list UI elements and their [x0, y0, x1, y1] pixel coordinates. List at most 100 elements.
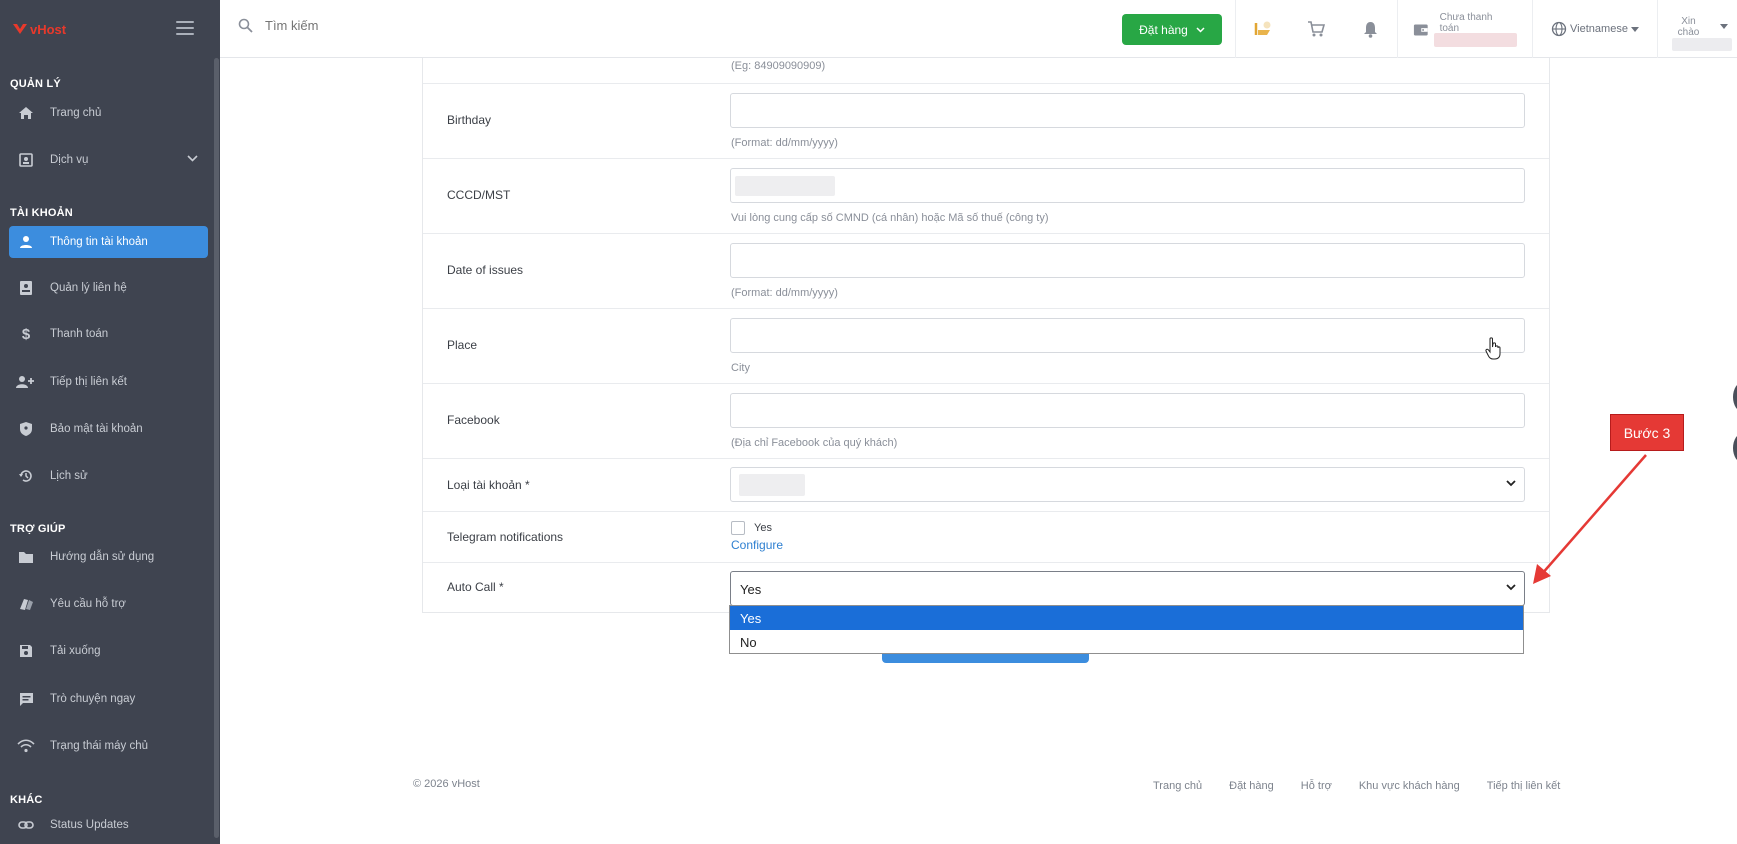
language-selector[interactable]: Vietnamese: [1551, 21, 1639, 37]
balance-amount: [1433, 33, 1517, 47]
field-label: Birthday: [447, 113, 492, 127]
sidebar-scrollbar[interactable]: [214, 58, 219, 838]
auto-call-dropdown: Yes No: [729, 605, 1524, 654]
link-icon: [15, 816, 37, 834]
balance-cell[interactable]: Chưa thanh toán: [1397, 0, 1517, 58]
footer-link-home[interactable]: Trang chủ: [1153, 780, 1202, 792]
menu-toggle-icon[interactable]: [176, 21, 194, 35]
order-button-label: Đặt hàng: [1139, 22, 1188, 37]
footer-link-order[interactable]: Đặt hàng: [1229, 780, 1274, 792]
field-hint: City: [731, 362, 750, 374]
field-label: Place: [447, 338, 478, 352]
birthday-input[interactable]: [730, 93, 1525, 128]
logo-text: vHost: [30, 21, 67, 37]
section-heading-manage: QUẢN LÝ: [10, 78, 61, 90]
telegram-configure-link[interactable]: Configure: [731, 538, 783, 552]
chevron-down-icon: [1506, 584, 1516, 591]
sidebar-item-payment[interactable]: $ Thanh toán: [9, 318, 208, 350]
sidebar-item-status-updates[interactable]: Status Updates: [9, 811, 208, 839]
megaphone-icon: [1254, 21, 1270, 35]
caret-down-icon: [1630, 26, 1639, 32]
history-icon: [15, 467, 37, 485]
feedback-cell[interactable]: [1235, 0, 1289, 58]
dollar-icon: $: [21, 325, 31, 343]
copyright: © 2026 vHost: [413, 778, 480, 790]
sidebar-item-label: Lịch sử: [50, 470, 88, 482]
user-plus-icon: [15, 373, 37, 391]
field-label: CCCD/MST: [447, 188, 511, 202]
form-row-telegram: Telegram notifications Yes Configure: [423, 511, 1549, 562]
sidebar-item-server-status[interactable]: Trạng thái máy chủ: [9, 730, 208, 762]
caret-down-icon: [1719, 24, 1728, 29]
telegram-checkbox[interactable]: [731, 521, 745, 535]
sidebar-item-guide[interactable]: Hướng dẫn sử dụng: [9, 541, 208, 573]
footer-link-affiliate[interactable]: Tiếp thị liên kết: [1487, 780, 1561, 792]
wifi-icon: [15, 737, 37, 755]
sidebar-item-support[interactable]: Yêu cầu hỗ trợ: [9, 588, 208, 620]
sidebar-item-label: Hướng dẫn sử dụng: [50, 551, 155, 563]
notification-cell[interactable]: [1343, 0, 1397, 58]
section-heading-other: KHÁC: [10, 794, 43, 806]
footer-link-support[interactable]: Hỗ trợ: [1301, 780, 1332, 792]
telegram-checkbox-label: Yes: [754, 522, 772, 534]
top-bar: Đặt hàng Chưa thanh toán Vietnamese Xin …: [220, 0, 1737, 58]
id-card-icon: [15, 151, 37, 169]
cart-icon: [1308, 21, 1325, 37]
user-menu-cell[interactable]: Xin chào: [1657, 0, 1737, 58]
sidebar-item-chat[interactable]: Trò chuyện ngay: [9, 683, 208, 715]
main-content: (Eg: 84909090909) Birthday (Format: dd/m…: [220, 58, 1737, 844]
home-icon: [15, 104, 37, 122]
sidebar-item-download[interactable]: Tải xuống: [9, 635, 208, 667]
annotation-arrow: [1533, 454, 1647, 584]
field-label: Loại tài khoản *: [447, 478, 530, 492]
form-row-date-of-issue: Date of issues (Format: dd/mm/yyyy): [423, 233, 1549, 308]
field-label: Date of issues: [447, 263, 524, 277]
sidebar: vHost QUẢN LÝ Trang chủ Dịch vụ TÀI KHOẢ…: [0, 0, 220, 844]
field-hint: (Format: dd/mm/yyyy): [731, 137, 838, 149]
sidebar-item-home[interactable]: Trang chủ: [9, 97, 208, 129]
sidebar-item-security[interactable]: Bảo mật tài khoản: [9, 413, 208, 445]
field-hint: Vui lòng cung cấp số CMND (cá nhân) hoặc…: [731, 212, 1049, 224]
sidebar-item-label: Trạng thái máy chủ: [50, 740, 149, 752]
sidebar-item-label: Dịch vụ: [50, 154, 89, 166]
sidebar-item-label: Yêu cầu hỗ trợ: [50, 598, 126, 610]
cccd-input[interactable]: [730, 168, 1525, 203]
form-row-place: Place City: [423, 308, 1549, 383]
language-label: Vietnamese: [1570, 23, 1628, 35]
auto-call-option-yes[interactable]: Yes: [730, 606, 1523, 630]
cart-cell[interactable]: [1289, 0, 1343, 58]
form-row-birthday: Birthday (Format: dd/mm/yyyy): [423, 83, 1549, 158]
contacts-icon: [15, 279, 37, 297]
auto-call-option-no[interactable]: No: [730, 630, 1523, 654]
sidebar-item-account-info[interactable]: Thông tin tài khoản: [9, 226, 208, 258]
sidebar-item-services[interactable]: Dịch vụ: [9, 144, 208, 176]
bell-icon: [1363, 21, 1377, 38]
sidebar-item-label: Thanh toán: [50, 328, 109, 340]
sidebar-item-affiliate[interactable]: Tiếp thị liên kết: [9, 366, 208, 398]
field-label: Facebook: [447, 413, 500, 427]
greeting-label: Xin chào: [1677, 16, 1700, 38]
sidebar-item-contacts[interactable]: Quản lý liên hệ: [9, 272, 208, 304]
account-type-select[interactable]: [730, 467, 1525, 502]
balance-label: Chưa thanh toán: [1439, 12, 1493, 34]
search-input[interactable]: [265, 18, 565, 33]
sidebar-item-label: Quản lý liên hệ: [50, 282, 127, 294]
date-of-issue-input[interactable]: [730, 243, 1525, 278]
sidebar-item-label: Trò chuyện ngay: [50, 693, 136, 705]
form-row-cccd: CCCD/MST Vui lòng cung cấp số CMND (cá n…: [423, 158, 1549, 233]
facebook-input[interactable]: [730, 393, 1525, 428]
language-cell[interactable]: Vietnamese: [1532, 0, 1657, 58]
sidebar-item-history[interactable]: Lịch sử: [9, 460, 208, 492]
sidebar-item-label: Tải xuống: [50, 645, 101, 657]
auto-call-select[interactable]: Yes: [730, 571, 1525, 606]
footer-links: Trang chủ Đặt hàng Hỗ trợ Khu vực khách …: [1153, 780, 1560, 792]
sidebar-item-label: Bảo mật tài khoản: [50, 423, 143, 435]
tickets-icon: [15, 595, 37, 613]
footer-link-client-area[interactable]: Khu vực khách hàng: [1359, 780, 1460, 792]
order-button[interactable]: Đặt hàng: [1122, 14, 1222, 45]
sidebar-item-label: Thông tin tài khoản: [50, 236, 148, 248]
sidebar-item-label: Tiếp thị liên kết: [50, 376, 127, 388]
chevron-down-icon: [1506, 480, 1516, 487]
place-input[interactable]: [730, 318, 1525, 353]
vhost-logo[interactable]: vHost: [12, 22, 66, 37]
